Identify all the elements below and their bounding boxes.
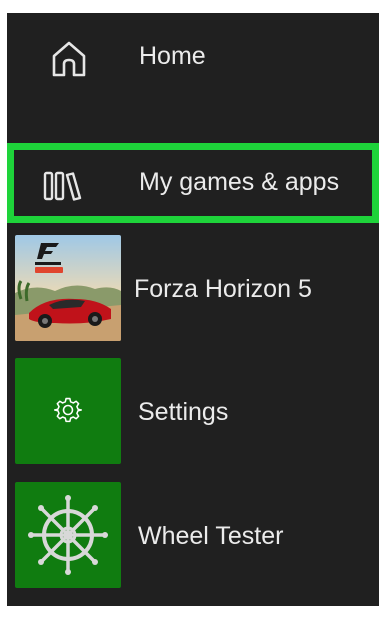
nav-item-wheel-tester-label: Wheel Tester (138, 522, 284, 550)
library-icon (43, 171, 87, 201)
nav-item-forza-horizon-5-label: Forza Horizon 5 (134, 275, 312, 303)
nav-item-my-games-apps[interactable]: My games & apps (7, 143, 379, 223)
guide-nav-panel: Home My games & apps Forza Horizon 5 Set… (7, 13, 379, 606)
ship-wheel-icon (28, 495, 108, 575)
gear-icon (54, 396, 82, 424)
forza-horizon-5-thumbnail (15, 235, 121, 341)
nav-item-home[interactable]: Home (7, 13, 379, 105)
nav-item-forza-horizon-5[interactable]: Forza Horizon 5 (7, 235, 379, 345)
settings-tile (15, 358, 121, 464)
nav-item-my-games-apps-label: My games & apps (139, 168, 340, 196)
wheel-tester-tile (15, 482, 121, 588)
nav-item-settings-label: Settings (138, 398, 229, 426)
nav-item-settings[interactable]: Settings (7, 358, 379, 468)
nav-item-wheel-tester[interactable]: Wheel Tester (7, 481, 379, 591)
home-icon (49, 39, 89, 79)
nav-item-home-label: Home (139, 42, 206, 70)
